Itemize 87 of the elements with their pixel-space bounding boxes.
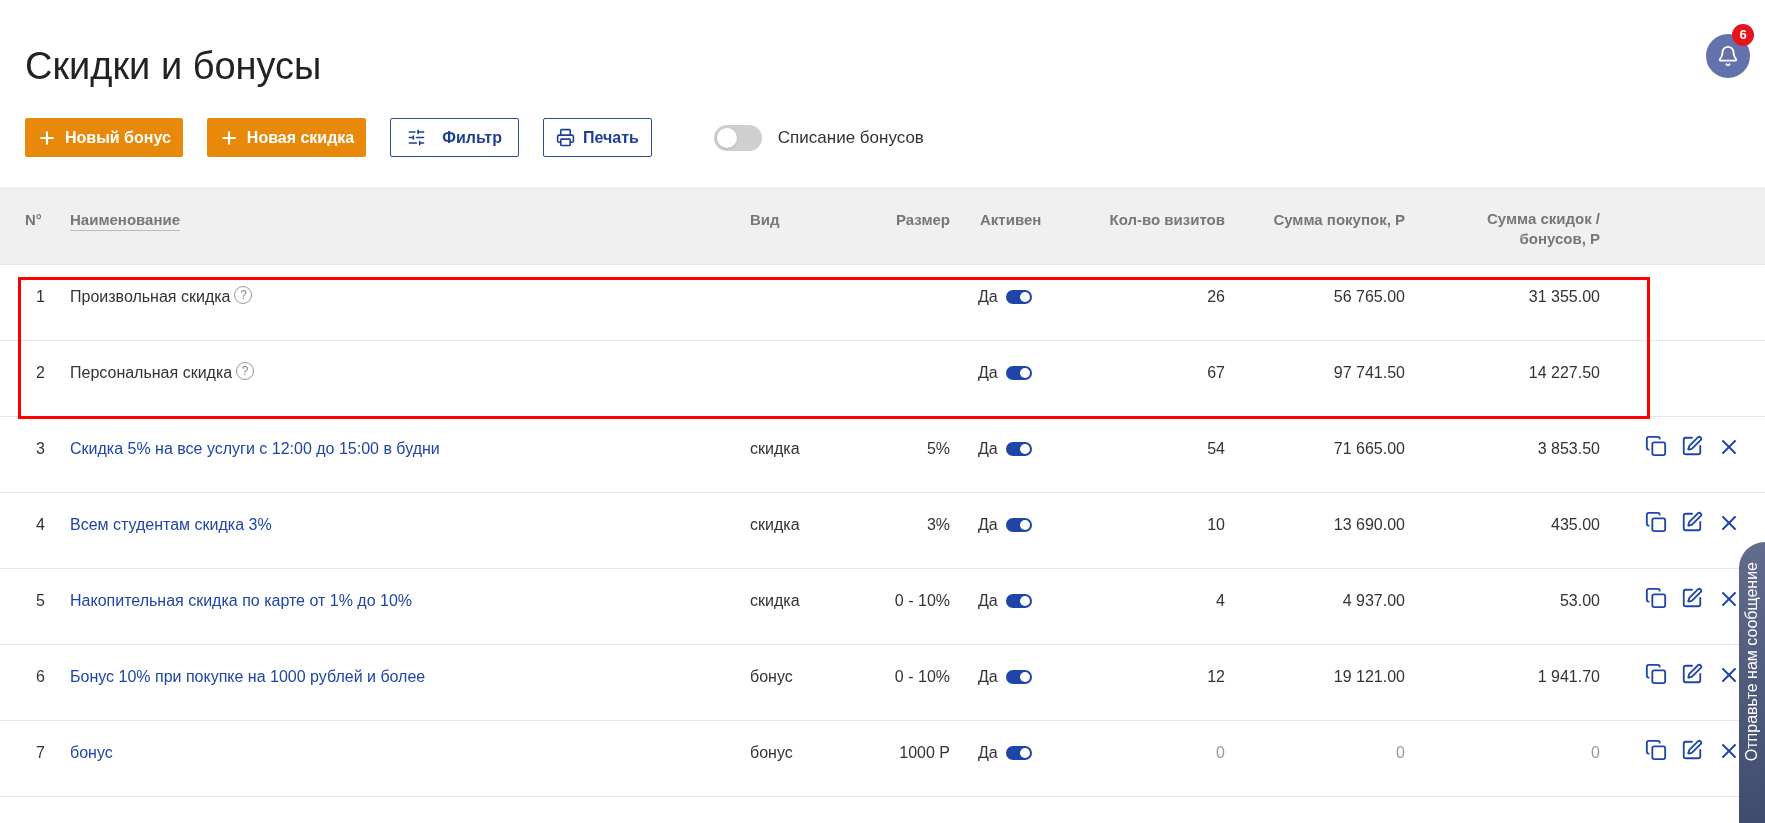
visits-cell: 67 — [1207, 364, 1225, 381]
bell-icon — [1717, 45, 1739, 67]
active-label: Да — [978, 287, 998, 307]
active-label: Да — [978, 515, 998, 535]
size-cell: 1000 Р — [899, 744, 950, 761]
active-label: Да — [978, 743, 998, 763]
discounts-cell: 435.00 — [1551, 516, 1600, 533]
discounts-cell: 14 227.50 — [1528, 364, 1600, 381]
discount-link[interactable]: Бонус 10% при покупке на 1000 рублей и более — [70, 665, 426, 689]
toggle-switch[interactable] — [1005, 594, 1032, 608]
visits-cell: 10 — [1207, 516, 1225, 533]
discount-link[interactable]: Всем студентам скидка 3% — [70, 513, 272, 537]
edit-icon[interactable] — [1681, 435, 1703, 457]
edit-icon[interactable] — [1681, 739, 1703, 761]
toggle-switch[interactable] — [713, 124, 762, 151]
discount-link[interactable]: Скидка 5% на все услуги с 12:00 до 15:00 в будни — [70, 437, 440, 461]
size-cell: 0 - 10% — [894, 668, 950, 685]
printer-icon — [555, 128, 575, 147]
discount-name: Персональная скидка — [70, 363, 233, 383]
toggle-switch[interactable] — [1005, 518, 1032, 532]
row-number: 5 — [35, 591, 46, 611]
type-cell: бонус — [750, 668, 793, 685]
toggle-switch[interactable] — [1005, 290, 1032, 304]
column-header: N° — [25, 210, 42, 230]
row-number: 3 — [35, 439, 46, 459]
type-cell: скидка — [750, 592, 800, 609]
visits-cell: 4 — [1216, 592, 1225, 609]
toggle-switch[interactable] — [1005, 670, 1032, 684]
column-header[interactable]: Наименование — [70, 210, 181, 231]
active-label: Да — [978, 591, 998, 611]
copy-icon[interactable] — [1645, 511, 1667, 533]
toolbar-button[interactable]: Печать — [542, 118, 652, 157]
row-number: 4 — [35, 515, 46, 535]
discounts-cell: 0 — [1591, 744, 1600, 761]
column-header: Вид — [750, 210, 780, 230]
type-cell: бонус — [750, 744, 793, 761]
copy-icon[interactable] — [1645, 739, 1667, 761]
edit-icon[interactable] — [1681, 587, 1703, 609]
active-label: Да — [978, 439, 998, 459]
column-header: Размер — [895, 210, 950, 230]
purchases-cell: 97 741.50 — [1333, 364, 1405, 381]
edit-icon[interactable] — [1681, 511, 1703, 533]
sliders-icon — [407, 128, 427, 147]
discounts-cell: 1 941.70 — [1537, 668, 1600, 685]
visits-cell: 0 — [1216, 744, 1225, 761]
active-label: Да — [978, 667, 998, 687]
active-label: Да — [978, 363, 998, 383]
discount-name: Произвольная скидка — [70, 287, 231, 307]
purchases-cell: 0 — [1396, 744, 1405, 761]
row-number: 6 — [35, 667, 46, 687]
copy-icon[interactable] — [1645, 435, 1667, 457]
toggle-switch[interactable] — [1005, 746, 1032, 760]
discount-link[interactable]: бонус — [70, 741, 113, 765]
edit-icon[interactable] — [1681, 663, 1703, 685]
purchases-cell: 56 765.00 — [1333, 288, 1405, 305]
notification-badge: 6 — [1732, 24, 1754, 46]
toggle-switch[interactable] — [1005, 442, 1032, 456]
visits-cell: 12 — [1207, 668, 1225, 685]
discount-link[interactable]: Накопительная скидка по карте от 1% до 10% — [70, 589, 413, 613]
purchases-cell: 13 690.00 — [1333, 516, 1405, 533]
copy-icon[interactable] — [1645, 663, 1667, 685]
page-title: Скидки и бонусы — [25, 44, 322, 89]
toggle-label: Списание бонусов — [777, 126, 924, 149]
row-number: 1 — [35, 287, 46, 307]
feedback-tab[interactable]: Отправьте нам сообщение — [1739, 542, 1765, 823]
size-cell: 0 - 10% — [894, 592, 950, 609]
toggle-switch[interactable] — [1005, 366, 1032, 380]
column-header: Сумма покупок, Р — [1273, 210, 1405, 230]
discounts-cell: 31 355.00 — [1528, 288, 1600, 305]
toolbar-button[interactable]: Фильтр — [390, 118, 519, 157]
copy-icon[interactable] — [1645, 587, 1667, 609]
column-header: Сумма скидок / бонусов, Р — [1485, 209, 1600, 249]
row-number: 7 — [35, 743, 46, 763]
type-cell: скидка — [750, 440, 800, 457]
visits-cell: 26 — [1207, 288, 1225, 305]
column-header: Кол-во визитов — [1109, 210, 1225, 230]
purchases-cell: 19 121.00 — [1333, 668, 1405, 685]
discounts-cell: 3 853.50 — [1537, 440, 1600, 457]
column-header: Активен — [980, 210, 1042, 230]
type-cell: скидка — [750, 516, 800, 533]
purchases-cell: 71 665.00 — [1333, 440, 1405, 457]
visits-cell: 54 — [1207, 440, 1225, 457]
purchases-cell: 4 937.00 — [1342, 592, 1405, 609]
size-cell: 5% — [926, 440, 950, 457]
size-cell: 3% — [926, 516, 950, 533]
discounts-cell: 53.00 — [1559, 592, 1600, 609]
row-number: 2 — [35, 363, 46, 383]
